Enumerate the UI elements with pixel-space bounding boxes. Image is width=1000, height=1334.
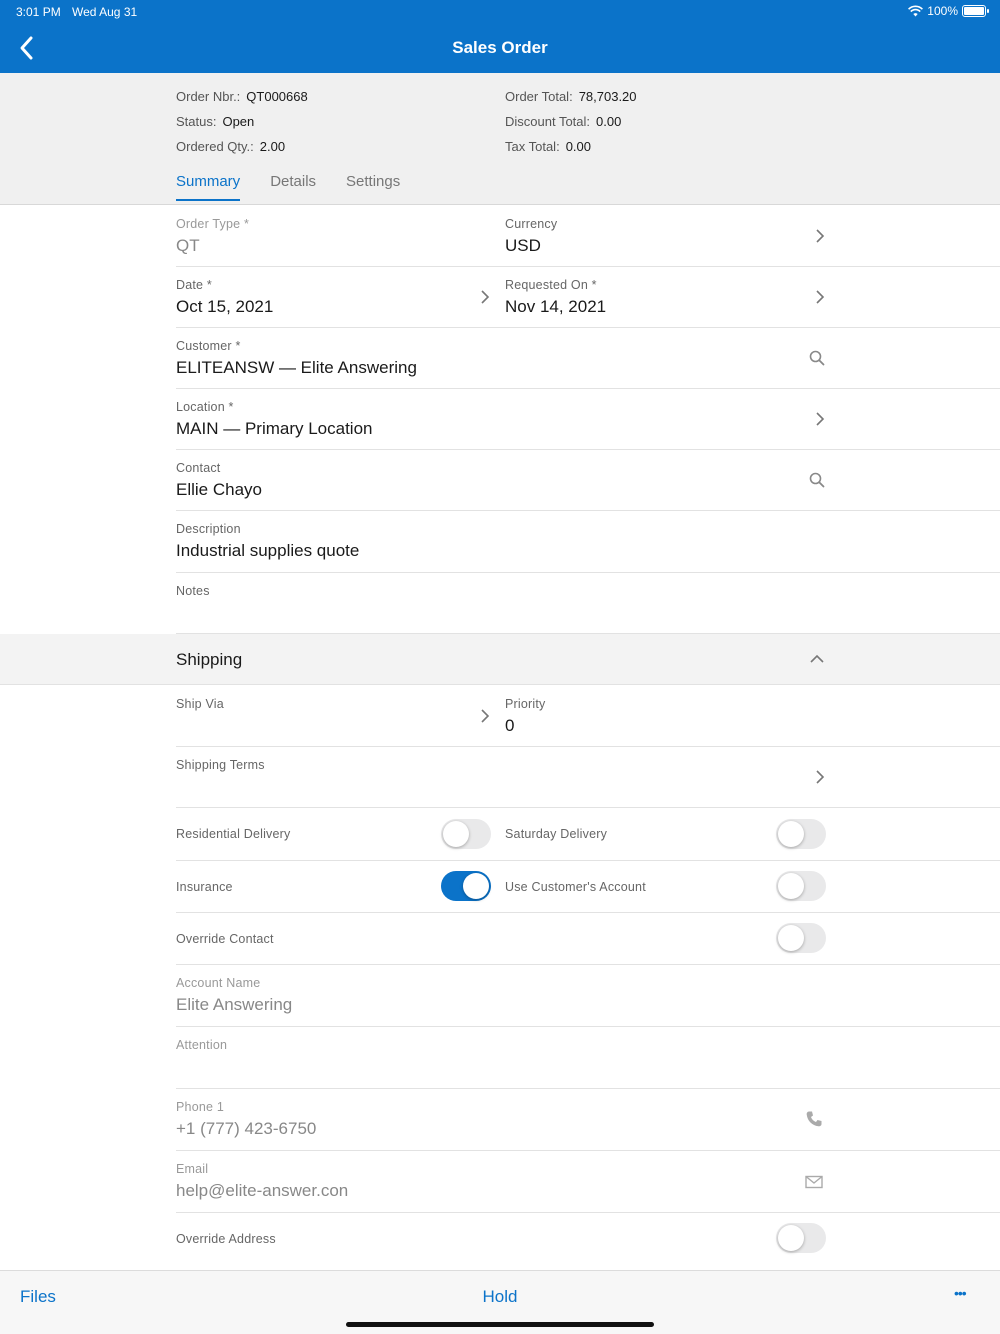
search-icon[interactable] — [808, 349, 826, 367]
override-contact-toggle[interactable] — [776, 923, 826, 953]
tab-settings[interactable]: Settings — [346, 173, 400, 201]
residential-delivery-toggle[interactable] — [441, 819, 491, 849]
order-summary-panel: Order Nbr.: QT000668 Status: Open Ordered … — [0, 73, 1000, 205]
saturday-delivery-label: Saturday Delivery — [505, 827, 608, 841]
residential-saturday-row: Residential Delivery Saturday Delivery — [176, 808, 1000, 861]
location-row: Location * MAIN — Primary Location — [176, 389, 1000, 450]
contact-row: Contact Ellie Chayo — [176, 450, 1000, 511]
bottom-toolbar: Files Hold ••• — [0, 1270, 1000, 1334]
override-address-toggle[interactable] — [776, 1223, 826, 1253]
account-name-label: Account Name — [176, 976, 261, 990]
chevron-right-icon[interactable] — [478, 290, 492, 304]
battery-percent: 100% — [927, 4, 958, 18]
description-label: Description — [176, 522, 241, 536]
use-customers-account-label: Use Customer's Account — [505, 880, 646, 894]
search-icon[interactable] — [808, 471, 826, 489]
contact-label: Contact — [176, 461, 221, 475]
page-title: Sales Order — [452, 38, 548, 57]
phone1-field: +1 (777) 423-6750 — [176, 1119, 317, 1138]
files-button[interactable]: Files — [20, 1287, 56, 1307]
status: Status: Open — [176, 114, 255, 129]
override-address-label: Override Address — [176, 1232, 276, 1246]
customer-field[interactable]: ELITEANSW — Elite Answering — [176, 358, 417, 378]
location-field[interactable]: MAIN — Primary Location — [176, 419, 373, 439]
chevron-right-icon[interactable] — [478, 709, 492, 723]
order-type-field: QT — [176, 236, 200, 255]
shipping-terms-row: Shipping Terms — [176, 747, 1000, 808]
customer-label: Customer * — [176, 339, 241, 353]
date-label: Date * — [176, 278, 212, 292]
insurance-toggle[interactable] — [441, 871, 491, 901]
tab-summary[interactable]: Summary — [176, 173, 241, 201]
requested-on-field[interactable]: Nov 14, 2021 — [505, 297, 606, 317]
saturday-delivery-toggle[interactable] — [776, 819, 826, 849]
email-field: help@elite-answer.con — [176, 1181, 349, 1200]
date-row: Date * Oct 15, 2021 Requested On * Nov 1… — [176, 267, 1000, 328]
chevron-right-icon[interactable] — [813, 290, 827, 304]
override-contact-row: Override Contact — [176, 913, 1000, 965]
phone-icon[interactable] — [805, 1110, 823, 1128]
hold-button-wrap: Hold — [0, 1287, 1000, 1307]
account-name-row: Account Name Elite Answering — [176, 965, 1000, 1027]
navigation-bar: 3:01 PM Wed Aug 31 100% Sales Order — [0, 0, 1000, 73]
customer-row: Customer * ELITEANSW — Elite Answering — [176, 328, 1000, 389]
discount-total: Discount Total: 0.00 — [505, 114, 622, 129]
mail-icon[interactable] — [805, 1173, 823, 1191]
chevron-right-icon[interactable] — [813, 770, 827, 784]
tab-bar: Summary Details Settings — [176, 173, 400, 201]
contact-field[interactable]: Ellie Chayo — [176, 480, 262, 500]
phone1-label: Phone 1 — [176, 1100, 224, 1114]
shipping-terms-label: Shipping Terms — [176, 758, 265, 772]
wifi-icon — [908, 5, 924, 17]
status-right: 100% — [908, 4, 989, 18]
tab-details[interactable]: Details — [270, 173, 316, 201]
residential-delivery-label: Residential Delivery — [176, 827, 291, 841]
battery-icon — [962, 5, 989, 17]
ship-via-label: Ship Via — [176, 697, 224, 711]
insurance-label: Insurance — [176, 880, 233, 894]
status-time: 3:01 PM — [16, 5, 61, 19]
account-name-field: Elite Answering — [176, 995, 293, 1014]
currency-field[interactable]: USD — [505, 236, 541, 256]
notes-row[interactable]: Notes — [176, 573, 1000, 634]
status-date: Wed Aug 31 — [72, 5, 138, 19]
priority-field[interactable]: 0 — [505, 716, 514, 736]
location-label: Location * — [176, 400, 234, 414]
notes-label: Notes — [176, 584, 210, 598]
email-row: Email help@elite-answer.con — [176, 1151, 1000, 1213]
home-indicator — [346, 1322, 654, 1327]
order-total: Order Total: 78,703.20 — [505, 89, 637, 104]
override-address-row: Override Address — [176, 1213, 1000, 1265]
more-icon[interactable]: ••• — [954, 1285, 967, 1301]
tax-total: Tax Total: 0.00 — [505, 139, 591, 154]
date-field[interactable]: Oct 15, 2021 — [176, 297, 273, 317]
order-type-label: Order Type * — [176, 217, 250, 231]
attention-label: Attention — [176, 1038, 228, 1052]
phone1-row: Phone 1 +1 (777) 423-6750 — [176, 1089, 1000, 1151]
hold-button[interactable]: Hold — [483, 1287, 518, 1306]
use-customers-account-toggle[interactable] — [776, 871, 826, 901]
ship-via-row: Ship Via Priority 0 — [176, 686, 1000, 747]
shipping-section-title: Shipping — [176, 650, 243, 669]
requested-on-label: Requested On * — [505, 278, 597, 292]
attention-row: Attention — [176, 1027, 1000, 1089]
override-contact-label: Override Contact — [176, 932, 274, 946]
shipping-section-header[interactable]: Shipping — [0, 634, 1000, 685]
order-nbr: Order Nbr.: QT000668 — [176, 89, 308, 104]
chevron-right-icon[interactable] — [813, 412, 827, 426]
chevron-up-icon[interactable] — [810, 652, 824, 666]
priority-label: Priority — [505, 697, 546, 711]
insurance-row: Insurance Use Customer's Account — [176, 861, 1000, 913]
description-row: Description Industrial supplies quote — [176, 511, 1000, 573]
email-label: Email — [176, 1162, 209, 1176]
chevron-right-icon[interactable] — [813, 229, 827, 243]
description-field[interactable]: Industrial supplies quote — [176, 541, 359, 561]
order-type-currency-row: Order Type * QT Currency USD — [176, 206, 1000, 267]
currency-label: Currency — [505, 217, 558, 231]
ordered-qty: Ordered Qty.: 2.00 — [176, 139, 286, 154]
